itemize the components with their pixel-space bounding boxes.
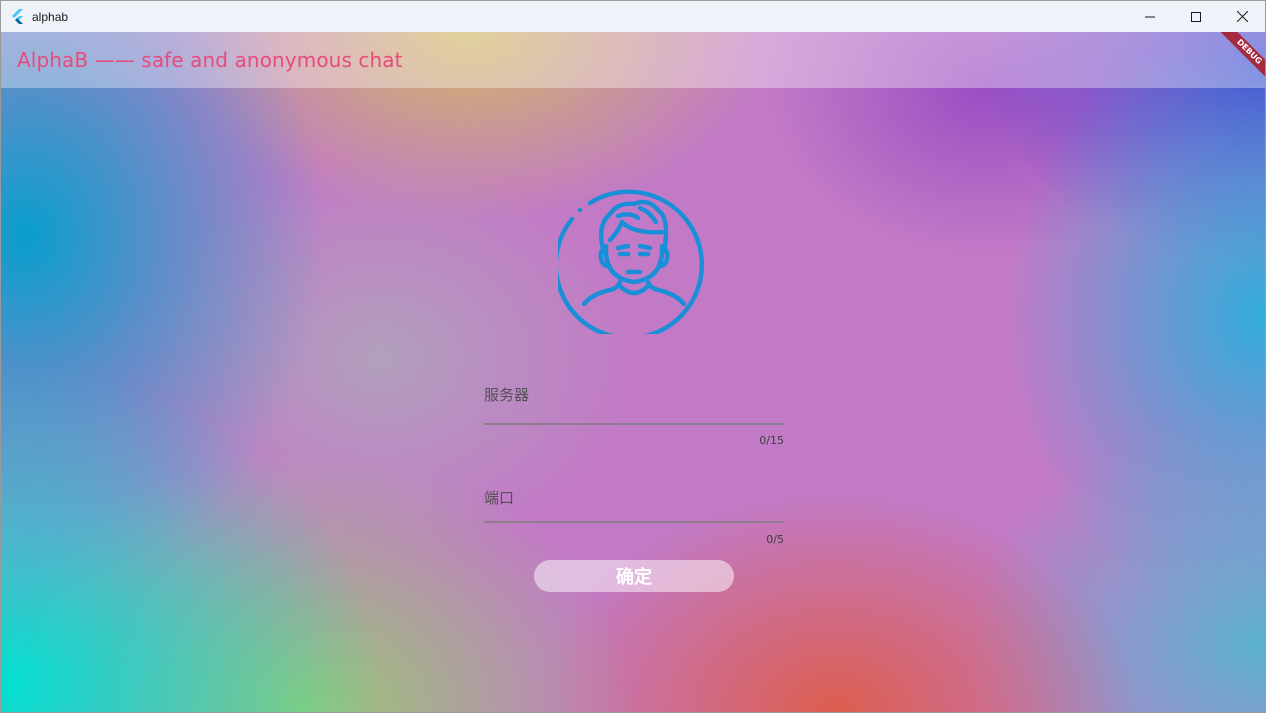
close-icon [1236, 11, 1248, 22]
minimize-icon [1145, 16, 1155, 17]
server-field[interactable]: 服务器 0/15 [484, 384, 784, 447]
confirm-button[interactable]: 确定 [534, 560, 734, 592]
app-window: alphab AlphaB —— safe and anonymous chat… [0, 0, 1266, 713]
server-underline [484, 423, 784, 425]
close-button[interactable] [1219, 1, 1265, 32]
port-char-counter: 0/5 [766, 533, 784, 546]
port-field[interactable]: 端口 0/5 [484, 487, 784, 546]
server-char-counter: 0/15 [759, 434, 784, 447]
app-bar-title: AlphaB —— safe and anonymous chat [17, 48, 403, 72]
server-input[interactable]: 服务器 [484, 384, 784, 406]
port-underline [484, 521, 784, 523]
maximize-button[interactable] [1173, 1, 1219, 32]
title-bar[interactable]: alphab [1, 1, 1265, 32]
port-input[interactable]: 端口 [484, 487, 784, 509]
window-title: alphab [32, 9, 69, 24]
debug-banner: DEBUG [1209, 32, 1265, 88]
flutter-logo-icon [12, 8, 23, 24]
content-area: AlphaB —— safe and anonymous chat DEBUG [1, 32, 1265, 712]
minimize-button[interactable] [1127, 1, 1173, 32]
app-bar: AlphaB —— safe and anonymous chat DEBUG [1, 32, 1265, 88]
maximize-icon [1191, 11, 1201, 22]
window-controls [1127, 1, 1265, 32]
user-avatar-icon [558, 189, 705, 334]
debug-label: DEBUG [1212, 32, 1265, 88]
